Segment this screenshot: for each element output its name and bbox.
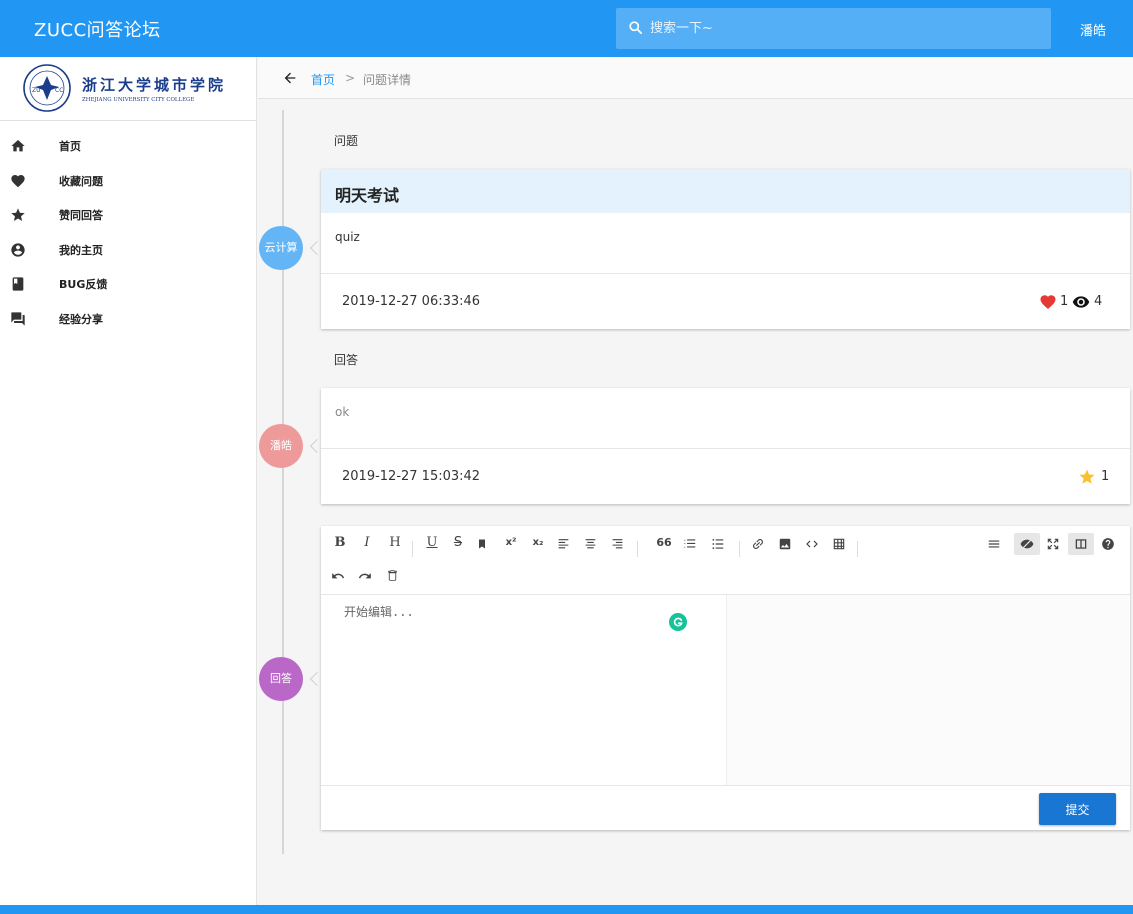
answer-date: 2019-12-27 15:03:42 (342, 469, 481, 484)
search-icon (629, 21, 642, 34)
star-icon (11, 208, 25, 221)
book-icon (12, 277, 24, 291)
question-header: 明天考试 (321, 169, 1130, 213)
ordered-list-icon[interactable] (683, 537, 697, 551)
editor-input-pane (322, 595, 726, 785)
italic-button[interactable]: I (357, 533, 377, 553)
eye-icon (1072, 296, 1090, 308)
blockquote-button[interactable]: 66 (654, 533, 674, 553)
editor-toolbar: B I H U S x² x₂ 66 (321, 533, 1130, 567)
toolbar-separator (857, 541, 858, 557)
sidebar-nav: 首页 收藏问题 赞同回答 我的主页 BUG反馈 经验分享 (0, 129, 256, 336)
heart-icon (11, 174, 25, 187)
align-right-icon[interactable] (611, 537, 624, 550)
sidebar-item-profile[interactable]: 我的主页 (0, 233, 256, 268)
align-left-icon[interactable] (557, 537, 570, 550)
forum-icon (11, 311, 25, 326)
toolbar-separator (637, 541, 638, 557)
card-divider (321, 273, 1130, 274)
breadcrumb: 首页 > 问题详情 (258, 57, 1133, 99)
home-icon (11, 140, 25, 152)
heading-button[interactable]: H (385, 533, 405, 553)
star-count: 1 (1101, 469, 1110, 484)
sidebar-item-favorites[interactable]: 收藏问题 (0, 164, 256, 199)
back-arrow-icon[interactable] (282, 70, 298, 86)
underline-button[interactable]: U (422, 533, 442, 553)
code-icon[interactable] (805, 537, 819, 551)
markdown-editor: B I H U S x² x₂ 66 开始编辑... 提交 (321, 526, 1130, 830)
help-icon[interactable] (1101, 537, 1115, 551)
logo-divider (0, 120, 256, 121)
toolbar-separator (739, 541, 740, 557)
submit-button[interactable]: 提交 (1039, 793, 1116, 825)
sidebar-item-experience[interactable]: 经验分享 (0, 302, 256, 337)
navigation-menu-icon[interactable] (987, 537, 1001, 551)
sidebar-item-bug-report[interactable]: BUG反馈 (0, 267, 256, 302)
sidebar-item-label: 赞同回答 (59, 209, 103, 222)
timeline-line (282, 110, 284, 854)
svg-text:浙江大学城市学院: 浙江大学城市学院 (82, 76, 226, 94)
bookmark-icon[interactable] (476, 538, 488, 550)
bottom-bar (0, 905, 1133, 914)
undo-icon[interactable] (331, 569, 345, 583)
question-date: 2019-12-27 06:33:46 (342, 294, 481, 309)
answer-section-label: 回答 (334, 353, 359, 367)
question-body: quiz (335, 230, 360, 244)
card-divider (321, 448, 1130, 449)
sidebar-item-label: BUG反馈 (59, 278, 108, 291)
star-icon[interactable] (1078, 468, 1096, 486)
question-section-label: 问题 (334, 134, 359, 148)
breadcrumb-home-link[interactable]: 首页 (311, 71, 335, 88)
link-icon[interactable] (751, 537, 765, 551)
unordered-list-icon[interactable] (711, 537, 725, 551)
split-view-icon[interactable] (1074, 537, 1088, 551)
app-title[interactable]: ZUCC问答论坛 (34, 16, 161, 42)
sidebar-item-home[interactable]: 首页 (0, 129, 256, 164)
table-icon[interactable] (832, 537, 846, 551)
fullscreen-icon[interactable] (1046, 537, 1060, 551)
search-box[interactable] (616, 8, 1051, 49)
question-tag-badge[interactable]: 云计算 (259, 226, 303, 270)
breadcrumb-separator: > (345, 71, 356, 85)
question-card: 明天考试 quiz 2019-12-27 06:33:46 1 4 (321, 169, 1130, 329)
trash-icon[interactable] (386, 569, 399, 582)
answer-author-avatar[interactable]: 潘皓 (259, 424, 303, 468)
search-input[interactable] (650, 8, 1040, 49)
like-count: 1 (1060, 294, 1069, 309)
sidebar-item-label: 经验分享 (59, 312, 103, 326)
answer-body: ok (335, 405, 350, 419)
superscript-button[interactable]: x² (501, 533, 521, 553)
redo-icon[interactable] (358, 569, 372, 583)
editor-preview-pane (726, 595, 1129, 785)
view-count: 4 (1094, 294, 1103, 309)
answer-textarea[interactable] (322, 595, 726, 785)
strikethrough-button[interactable]: S (448, 533, 468, 553)
breadcrumb-current: 问题详情 (363, 73, 412, 87)
svg-text:ZU: ZU (32, 87, 41, 94)
subscript-button[interactable]: x₂ (528, 533, 548, 553)
sidebar-item-label: 收藏问题 (59, 174, 103, 188)
answer-editor-badge: 回答 (259, 657, 303, 701)
sidebar-item-liked-answers[interactable]: 赞同回答 (0, 198, 256, 233)
grammarly-icon[interactable] (669, 613, 687, 631)
toolbar-separator (412, 541, 413, 557)
college-logo[interactable]: ZU CC 浙江大学城市学院 ZHEJIANG UNIVERSITY CITY … (22, 63, 232, 113)
sidebar-item-label: 我的主页 (59, 243, 103, 257)
svg-text:ZHEJIANG UNIVERSITY CITY COLLE: ZHEJIANG UNIVERSITY CITY COLLEGE (82, 97, 194, 103)
svg-text:CC: CC (55, 87, 63, 94)
sidebar: ZU CC 浙江大学城市学院 ZHEJIANG UNIVERSITY CITY … (0, 57, 257, 905)
answer-card: ok 2019-12-27 15:03:42 1 (321, 388, 1130, 504)
like-heart-icon[interactable] (1039, 293, 1057, 311)
account-circle-icon (11, 242, 25, 257)
editor-divider (321, 785, 1130, 786)
image-icon[interactable] (778, 537, 792, 551)
preview-toggle-icon[interactable] (1020, 537, 1034, 551)
question-title: 明天考试 (335, 186, 400, 205)
sidebar-item-label: 首页 (59, 140, 81, 153)
bold-button[interactable]: B (330, 533, 350, 553)
top-app-bar: ZUCC问答论坛 潘皓 (0, 0, 1133, 57)
user-menu[interactable]: 潘皓 (1080, 20, 1106, 39)
align-center-icon[interactable] (584, 537, 597, 550)
